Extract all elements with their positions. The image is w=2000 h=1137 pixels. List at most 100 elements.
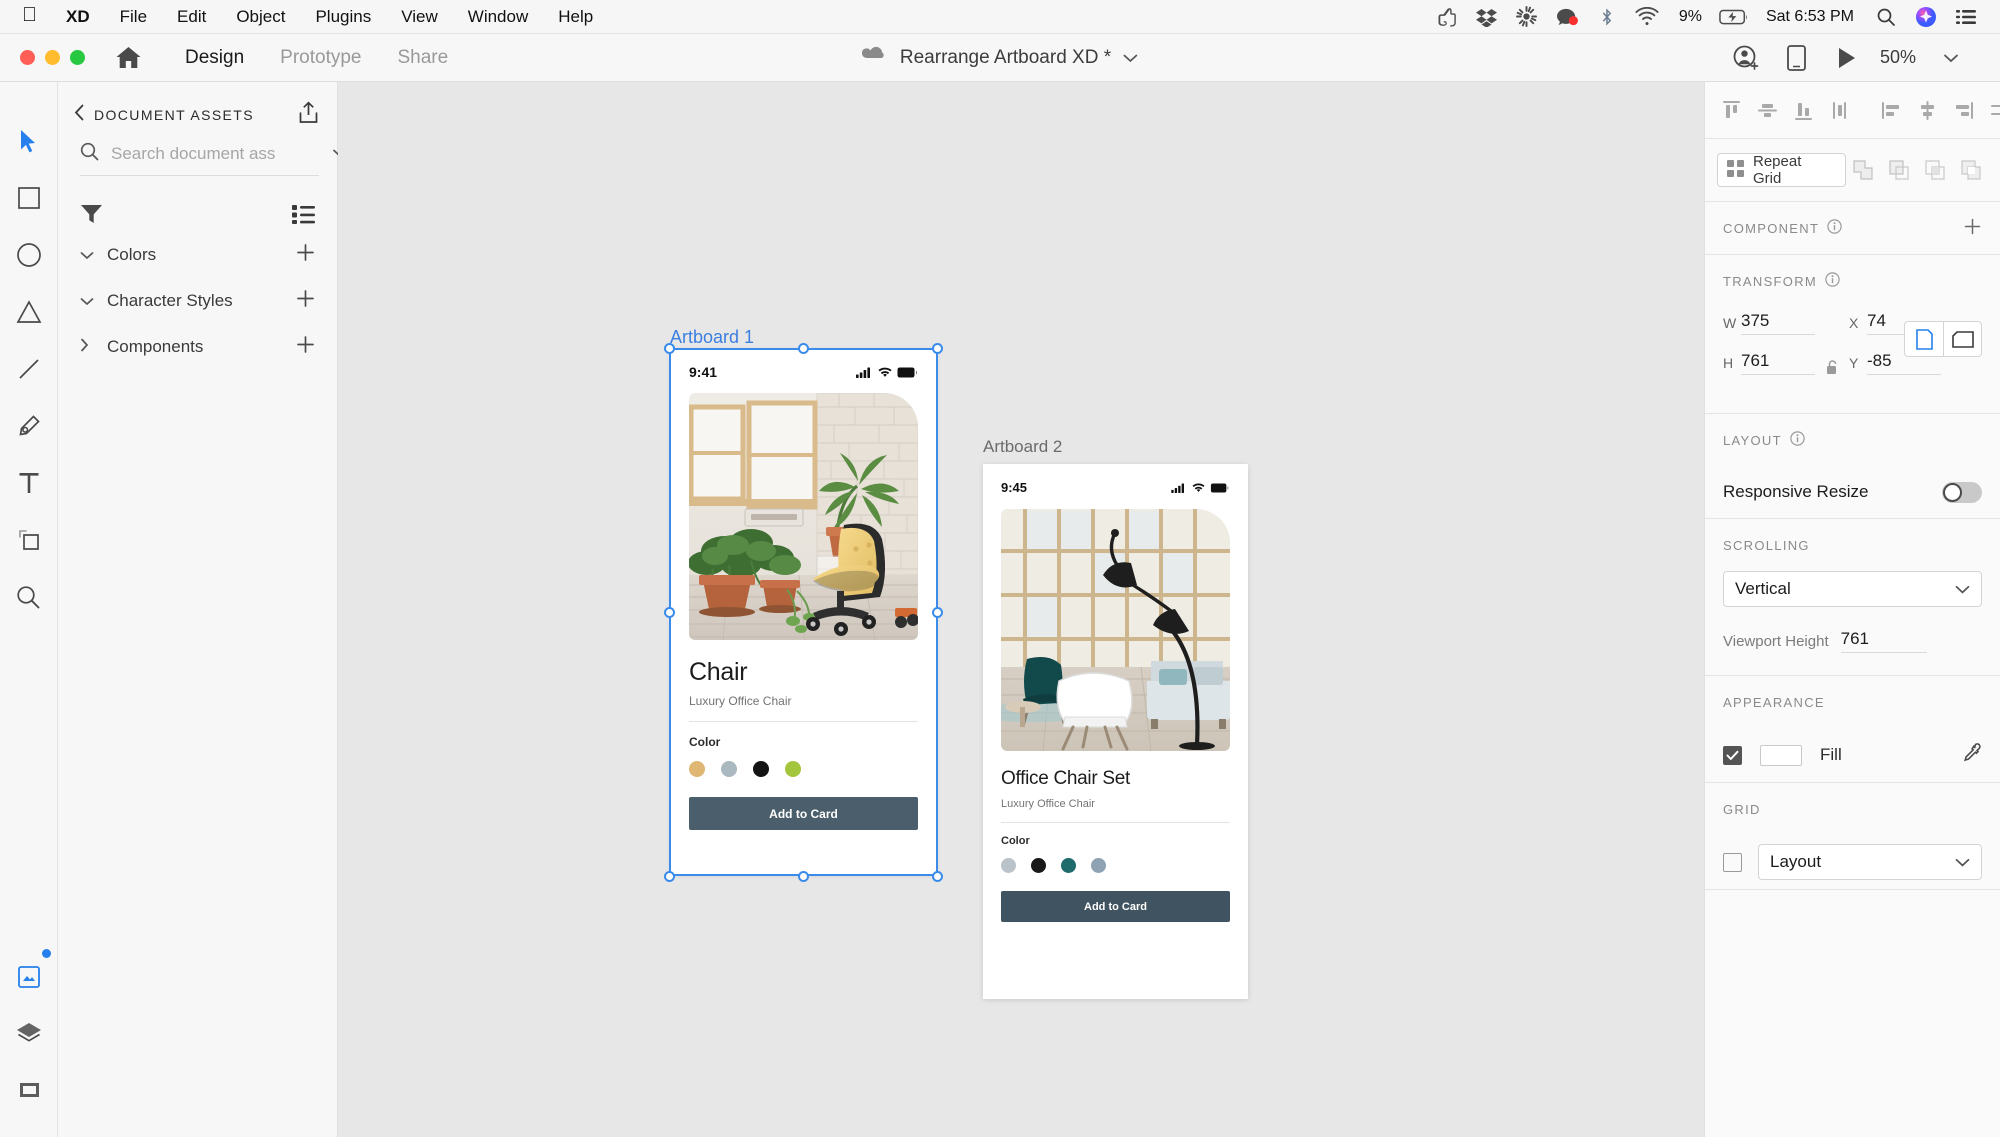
add-color-button[interactable]: [296, 243, 315, 267]
assets-section-colors[interactable]: Colors: [58, 232, 337, 278]
menu-bar-clock[interactable]: Sat 6:53 PM: [1754, 8, 1866, 26]
distribute-vertical-icon[interactable]: [1821, 92, 1857, 128]
height-input[interactable]: [1741, 351, 1815, 375]
color-swatch[interactable]: [753, 761, 769, 777]
ellipse-tool[interactable]: [5, 230, 53, 280]
color-swatch[interactable]: [1091, 858, 1106, 873]
grid-type-select[interactable]: Layout: [1758, 844, 1982, 880]
repeat-grid-button[interactable]: Repeat Grid: [1717, 153, 1846, 187]
wifi-icon[interactable]: [1627, 0, 1667, 34]
apple-menu-icon[interactable]: : [18, 5, 51, 28]
fill-color-swatch[interactable]: [1760, 744, 1802, 766]
artboard-1[interactable]: 9:41 Chair Luxury Office Chair Color Add…: [671, 350, 936, 874]
landscape-icon[interactable]: [1943, 322, 1981, 356]
add-component-button[interactable]: [296, 335, 315, 359]
resize-handle-top-right[interactable]: [932, 343, 943, 354]
evernote-icon[interactable]: [1427, 0, 1467, 34]
select-tool[interactable]: [5, 116, 53, 166]
unlock-icon[interactable]: [1815, 359, 1849, 375]
design-canvas[interactable]: Artboard 1 9:41 Chair Luxury Office Chai…: [338, 82, 1704, 1137]
add-character-style-button[interactable]: [296, 289, 315, 313]
filter-icon[interactable]: [80, 203, 103, 230]
resize-handle-top-center[interactable]: [798, 343, 809, 354]
width-field[interactable]: W: [1723, 311, 1815, 335]
artboard-1-label[interactable]: Artboard 1: [670, 327, 754, 348]
fill-checkbox[interactable]: [1723, 745, 1742, 765]
menu-item-window[interactable]: Window: [453, 0, 543, 34]
chevron-left-icon[interactable]: [74, 104, 85, 126]
resize-handle-top-left[interactable]: [664, 343, 675, 354]
responsive-resize-toggle[interactable]: [1942, 481, 1982, 503]
color-swatch[interactable]: [1061, 858, 1076, 873]
artboard-tool[interactable]: [5, 515, 53, 565]
align-vertical-center-icon[interactable]: [1749, 92, 1785, 128]
height-field[interactable]: H: [1723, 351, 1815, 375]
export-icon[interactable]: [298, 101, 319, 129]
color-swatch[interactable]: [1001, 858, 1016, 873]
info-icon[interactable]: [1825, 272, 1840, 290]
color-swatch[interactable]: [689, 761, 705, 777]
assets-panel-tool[interactable]: [5, 949, 53, 1002]
assets-section-character-styles[interactable]: Character Styles: [58, 278, 337, 324]
scrolling-select[interactable]: Vertical: [1723, 571, 1982, 607]
viewport-height-input[interactable]: [1840, 629, 1927, 653]
menu-item-file[interactable]: File: [105, 0, 162, 34]
sunburst-icon[interactable]: [1507, 0, 1547, 34]
resize-handle-bottom-center[interactable]: [798, 871, 809, 882]
menu-item-edit[interactable]: Edit: [162, 0, 221, 34]
minimize-window-button[interactable]: [45, 50, 60, 65]
spotlight-search-icon[interactable]: [1866, 0, 1906, 34]
resize-handle-middle-right[interactable]: [932, 607, 943, 618]
resize-handle-middle-left[interactable]: [664, 607, 675, 618]
recording-icon[interactable]: [1547, 0, 1587, 34]
menu-item-xd[interactable]: XD: [51, 0, 105, 34]
resize-handle-bottom-left[interactable]: [664, 871, 675, 882]
battery-charging-icon[interactable]: [1714, 0, 1754, 34]
search-input[interactable]: [111, 144, 332, 164]
zoom-level[interactable]: 50%: [1874, 47, 1924, 68]
resize-handle-bottom-right[interactable]: [932, 871, 943, 882]
tab-prototype[interactable]: Prototype: [262, 47, 379, 69]
eyedropper-icon[interactable]: [1963, 743, 1982, 767]
list-view-icon[interactable]: [292, 204, 315, 229]
add-component-button[interactable]: [1963, 217, 1982, 239]
zoom-tool[interactable]: [5, 572, 53, 622]
portrait-icon[interactable]: [1905, 322, 1943, 356]
document-title-area[interactable]: Rearrange Artboard XD *: [861, 46, 1138, 69]
align-left-icon[interactable]: [1873, 92, 1909, 128]
chevron-down-icon[interactable]: [1123, 47, 1138, 69]
align-right-icon[interactable]: [1945, 92, 1981, 128]
info-icon[interactable]: [1827, 219, 1842, 237]
assets-search-row[interactable]: [80, 142, 347, 176]
assets-section-components[interactable]: Components: [58, 324, 337, 370]
invite-user-icon[interactable]: [1724, 38, 1770, 78]
play-preview-icon[interactable]: [1824, 38, 1870, 78]
bluetooth-icon[interactable]: [1587, 0, 1627, 34]
color-swatch[interactable]: [721, 761, 737, 777]
menu-item-object[interactable]: Object: [221, 0, 300, 34]
color-swatch[interactable]: [785, 761, 801, 777]
dropbox-icon[interactable]: [1467, 0, 1507, 34]
artboard-2[interactable]: 9:45 Office Chair Set Luxury Office Chai…: [983, 464, 1248, 999]
distribute-horizontal-icon[interactable]: [1981, 92, 2000, 128]
line-tool[interactable]: [5, 344, 53, 394]
tab-share[interactable]: Share: [379, 47, 466, 69]
device-preview-icon[interactable]: [1774, 38, 1820, 78]
plugins-panel-tool[interactable]: [5, 1066, 53, 1116]
info-icon[interactable]: [1790, 431, 1805, 449]
width-input[interactable]: [1741, 311, 1815, 335]
artboard-2-label[interactable]: Artboard 2: [983, 437, 1062, 457]
align-bottom-icon[interactable]: [1785, 92, 1821, 128]
polygon-tool[interactable]: [5, 287, 53, 337]
tab-design[interactable]: Design: [167, 47, 262, 69]
control-center-icon[interactable]: [1946, 0, 1986, 34]
add-to-cart-button[interactable]: Add to Card: [1001, 891, 1230, 922]
align-top-icon[interactable]: [1713, 92, 1749, 128]
add-shape-icon[interactable]: [1846, 153, 1880, 187]
pen-tool[interactable]: [5, 401, 53, 451]
intersect-shape-icon[interactable]: [1918, 153, 1952, 187]
subtract-shape-icon[interactable]: [1882, 153, 1916, 187]
zoom-chevron-down-icon[interactable]: [1928, 38, 1974, 78]
maximize-window-button[interactable]: [70, 50, 85, 65]
rectangle-tool[interactable]: [5, 173, 53, 223]
